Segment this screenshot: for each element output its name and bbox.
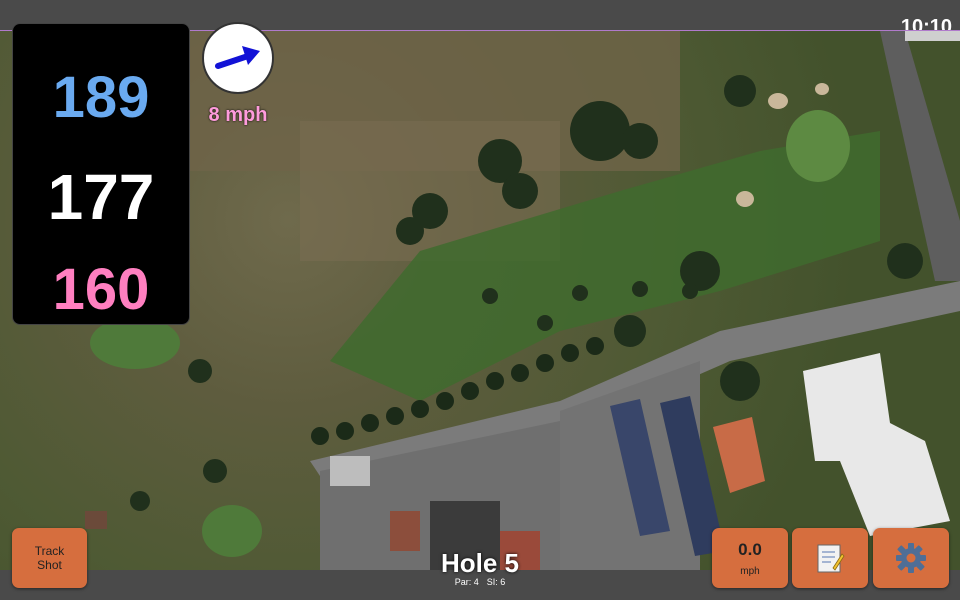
track-label-line1: Track (34, 544, 65, 558)
hole-si: SI: 6 (486, 577, 506, 587)
settings-button[interactable] (873, 528, 949, 588)
distance-panel: 189 177 160 (12, 23, 190, 325)
track-shot-label: Track Shot (12, 544, 87, 572)
hole-par: Par: 4 (454, 577, 479, 587)
track-shot-button[interactable]: Track Shot (12, 528, 87, 588)
back-distance: 189 (52, 65, 150, 130)
middle-distance: 177 (47, 161, 155, 233)
gear-icon (873, 528, 949, 588)
hole-info: Par: 4 SI: 6 (400, 577, 560, 588)
wind-speed-label: 8 mph (208, 104, 268, 126)
notes-button[interactable] (792, 528, 868, 588)
front-distance: 160 (52, 257, 150, 322)
track-label-line2: Shot (37, 558, 62, 572)
speed-unit: mph (740, 566, 760, 577)
wind-indicator (202, 22, 274, 94)
speed-button[interactable]: 0.0 mph (712, 528, 788, 588)
hole-title: Hole 5 (440, 548, 520, 578)
speed-value: 0.0 (738, 540, 762, 559)
arrow-right-up-icon (215, 46, 260, 69)
notepad-icon (792, 528, 868, 588)
